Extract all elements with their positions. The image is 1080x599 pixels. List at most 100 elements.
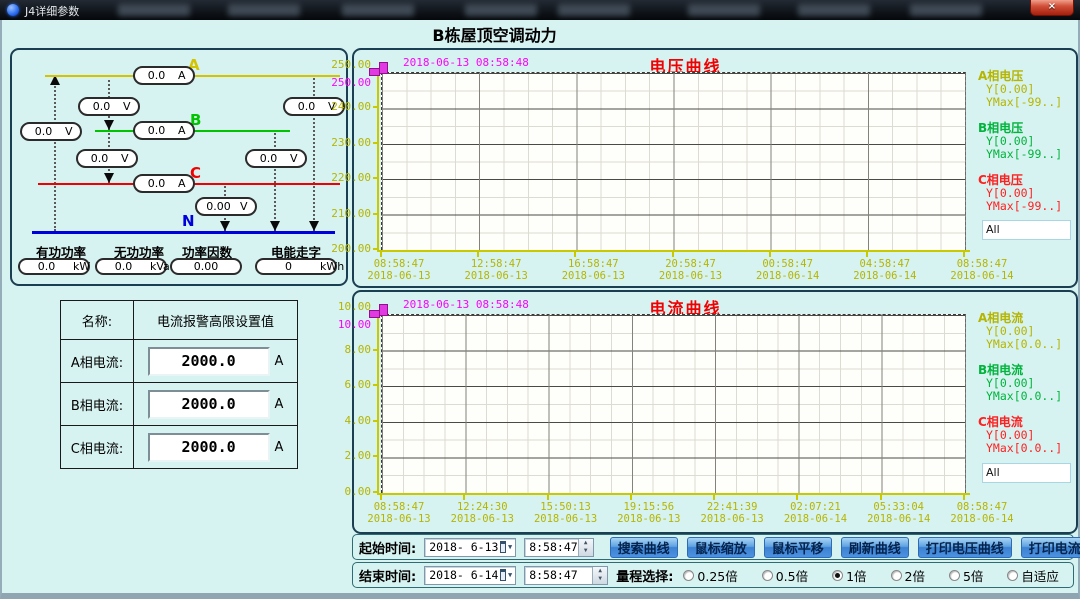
arrow-down-icon: [104, 173, 114, 183]
mouse-pan-button[interactable]: 鼠标平移: [764, 537, 832, 558]
x-tick-date: 2018-06-13: [649, 270, 733, 282]
range-option-2[interactable]: 1倍: [832, 566, 866, 585]
y-tick-label: 4.00: [319, 414, 371, 427]
cursor-marker[interactable]: [379, 304, 388, 316]
voltage-arrow-line: [274, 130, 276, 231]
print-voltage-curve-button[interactable]: 打印电压曲线: [918, 537, 1012, 558]
x-tick-date: 2018-06-14: [857, 513, 941, 525]
row-label: C相电流:: [61, 426, 134, 468]
calendar-icon[interactable]: [500, 569, 506, 581]
range-option-4[interactable]: 5倍: [949, 566, 983, 585]
x-tick: [866, 252, 868, 257]
table-row: B相电流:2000.0A: [61, 383, 297, 426]
start-date-picker[interactable]: 2018- 6-13▼: [424, 538, 516, 557]
voltage-chart-panel: 电压曲线2018-06-13 08:58:48250.00240.00230.0…: [352, 48, 1078, 288]
x-tick-label: 04:58:472018-06-14: [843, 258, 927, 282]
chart-plot-area[interactable]: [381, 72, 966, 250]
phase-diagram-panel: ABCN0.0A0.0V0.0V0.0V0.0A0.0V0.0V0.0A0.00…: [10, 48, 348, 286]
spin-up-icon[interactable]: ▲: [579, 539, 593, 547]
metric-value: 0.0: [20, 260, 73, 273]
legend-ymax-value: YMax[0.0..]: [978, 390, 1062, 403]
start-time-picker[interactable]: 8:58:47▲▼: [524, 538, 593, 557]
spin-down-icon[interactable]: ▼: [579, 547, 593, 555]
x-tick-label: 20:58:472018-06-13: [649, 258, 733, 282]
spin-down-icon[interactable]: ▼: [593, 575, 607, 583]
phase-n-label: N: [182, 212, 195, 230]
x-tick-time: 19:15:56: [607, 501, 691, 513]
dropdown-arrow-icon[interactable]: ▼: [508, 571, 512, 579]
series-selector[interactable]: All: [982, 463, 1071, 483]
x-tick-label: 22:41:392018-06-13: [690, 501, 774, 525]
range-option-5[interactable]: 自适应: [1007, 566, 1059, 585]
search-curve-button[interactable]: 搜索曲线: [610, 537, 678, 558]
alarm-value-unit: A: [275, 440, 284, 455]
x-tick: [963, 252, 965, 257]
range-option-1[interactable]: 0.5倍: [762, 566, 808, 585]
time-spinner[interactable]: ▲▼: [578, 539, 593, 556]
x-tick-time: 04:58:47: [843, 258, 927, 270]
refresh-curve-button[interactable]: 刷新曲线: [841, 537, 909, 558]
print-current-curve-button[interactable]: 打印电流曲线: [1021, 537, 1080, 558]
legend-entry: B相电压Y[0.00]YMax[-99..]: [978, 122, 1062, 161]
x-tick: [880, 495, 882, 500]
alarm-value-input[interactable]: 2000.0: [148, 390, 270, 419]
cursor-value-label: 10.00: [319, 318, 371, 331]
range-option-text: 2倍: [905, 566, 925, 585]
background-window-button: [910, 4, 982, 16]
y-tick: [373, 106, 379, 108]
radio-icon: [832, 570, 843, 581]
close-button[interactable]: ×: [1030, 0, 1074, 16]
x-tick-label: 08:58:472018-06-13: [357, 258, 441, 282]
y-tick: [373, 455, 379, 457]
range-option-text: 1倍: [846, 566, 866, 585]
radio-icon: [949, 570, 960, 581]
chart-plot-area[interactable]: [381, 314, 966, 493]
time-spinner[interactable]: ▲▼: [592, 567, 607, 584]
end-time-row: 结束时间:2018- 6-14▼8:58:47▲▼量程选择:0.25倍0.5倍1…: [352, 562, 1074, 588]
alarm-value-unit: A: [275, 397, 284, 412]
reading-voltage-b-n: 0.0V: [245, 149, 307, 168]
start-time-label: 起始时间:: [359, 538, 416, 557]
reading-value: 0.0: [247, 152, 290, 165]
x-tick: [796, 495, 798, 500]
x-tick-date: 2018-06-13: [440, 513, 524, 525]
range-option-text: 0.25倍: [697, 566, 737, 585]
metric-value: 0.0: [97, 260, 150, 273]
x-tick: [477, 252, 479, 257]
reading-value: 0.0: [80, 100, 123, 113]
background-window-button: [465, 4, 537, 16]
cursor-marker-handle[interactable]: [369, 68, 380, 76]
series-selector[interactable]: All: [982, 220, 1071, 240]
end-date-picker[interactable]: 2018- 6-14▼: [424, 566, 516, 585]
radio-icon: [683, 570, 694, 581]
alarm-value-input[interactable]: 2000.0: [148, 433, 270, 462]
start-time-row: 起始时间: 2018- 6-13▼ 8:58:47▲▼ 搜索曲线鼠标缩放鼠标平移刷新曲…: [352, 534, 1074, 560]
x-tick-time: 12:58:47: [454, 258, 538, 270]
cursor-marker[interactable]: [379, 62, 388, 74]
mouse-zoom-button[interactable]: 鼠标缩放: [687, 537, 755, 558]
metric-unit: kWh: [320, 260, 335, 273]
legend-ymax-value: YMax[0.0..]: [978, 338, 1062, 351]
spin-up-icon[interactable]: ▲: [593, 567, 607, 575]
x-tick: [380, 495, 382, 500]
alarm-value-input[interactable]: 2000.0: [148, 347, 270, 376]
x-tick-date: 2018-06-13: [551, 270, 635, 282]
range-option-3[interactable]: 2倍: [891, 566, 925, 585]
metric-unit: kVar: [150, 260, 165, 273]
end-time-label: 结束时间:: [359, 566, 416, 585]
table-row: A相电流:2000.0A: [61, 340, 297, 383]
cursor-marker-handle[interactable]: [369, 310, 380, 318]
end-time-picker[interactable]: 8:58:47▲▼: [524, 566, 608, 585]
y-tick-label: 200.00: [319, 242, 371, 255]
x-tick-time: 12:24:30: [440, 501, 524, 513]
calendar-icon[interactable]: [500, 541, 506, 553]
legend-ymax-value: YMax[-99..]: [978, 148, 1062, 161]
background-window-button: [798, 4, 870, 16]
reading-phase-c-current: 0.0A: [133, 174, 195, 193]
y-axis: [377, 314, 379, 495]
dropdown-arrow-icon[interactable]: ▼: [508, 543, 512, 551]
cursor-value-label: 250.00: [319, 76, 371, 89]
x-tick: [672, 252, 674, 257]
range-option-0[interactable]: 0.25倍: [683, 566, 737, 585]
x-tick: [769, 252, 771, 257]
